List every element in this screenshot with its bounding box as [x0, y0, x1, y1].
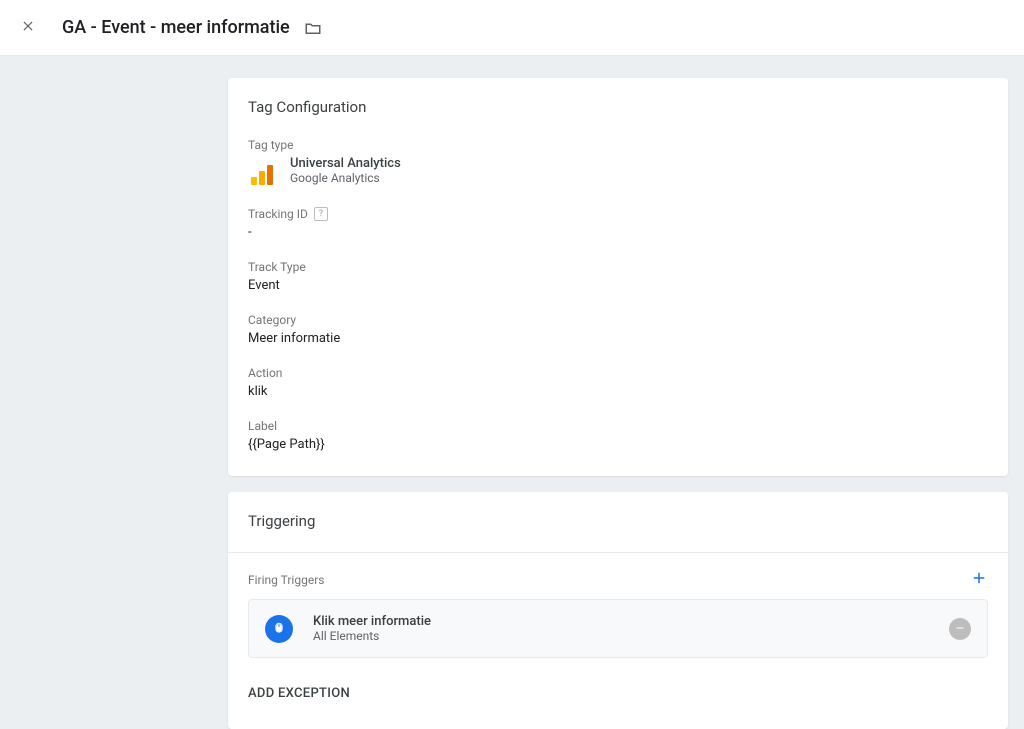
label-label: Label	[248, 419, 988, 433]
google-analytics-icon	[248, 157, 276, 185]
tag-type-vendor: Google Analytics	[290, 171, 401, 185]
track-type-label: Track Type	[248, 260, 988, 274]
help-icon[interactable]: ?	[314, 207, 328, 221]
trigger-item[interactable]: Klik meer informatie All Elements	[248, 599, 988, 658]
category-value: Meer informatie	[248, 331, 988, 346]
tag-type-name: Universal Analytics	[290, 156, 401, 171]
click-trigger-icon	[265, 615, 293, 643]
action-label: Action	[248, 366, 988, 380]
close-button[interactable]	[16, 16, 40, 40]
tracking-id-label: Tracking ID ?	[248, 207, 988, 221]
triggering-card[interactable]: Triggering Firing Triggers	[228, 492, 1008, 729]
remove-trigger-button[interactable]	[949, 618, 971, 640]
folder-icon[interactable]	[304, 19, 322, 37]
tag-type-row: Universal Analytics Google Analytics	[248, 156, 988, 185]
plus-icon	[970, 569, 988, 591]
page-title: GA - Event - meer informatie	[62, 17, 290, 38]
close-icon	[21, 18, 35, 37]
label-value: {{Page Path}}	[248, 437, 988, 452]
add-trigger-button[interactable]	[970, 569, 988, 591]
content-area: Tag Configuration Tag type Universal Ana…	[0, 56, 1024, 729]
trigger-name: Klik meer informatie	[313, 614, 949, 629]
firing-triggers-label: Firing Triggers	[248, 573, 324, 587]
category-label: Category	[248, 313, 988, 327]
trigger-type: All Elements	[313, 629, 949, 643]
tag-type-label: Tag type	[248, 138, 988, 152]
tag-configuration-card[interactable]: Tag Configuration Tag type Universal Ana…	[228, 78, 1008, 476]
triggering-title: Triggering	[248, 512, 988, 530]
minus-icon	[954, 619, 966, 638]
action-value: klik	[248, 384, 988, 399]
add-exception-button[interactable]: ADD EXCEPTION	[248, 682, 988, 705]
header-bar: GA - Event - meer informatie	[0, 0, 1024, 56]
track-type-value: Event	[248, 278, 988, 293]
tracking-id-value: -	[248, 225, 988, 240]
tag-config-title: Tag Configuration	[248, 98, 988, 116]
